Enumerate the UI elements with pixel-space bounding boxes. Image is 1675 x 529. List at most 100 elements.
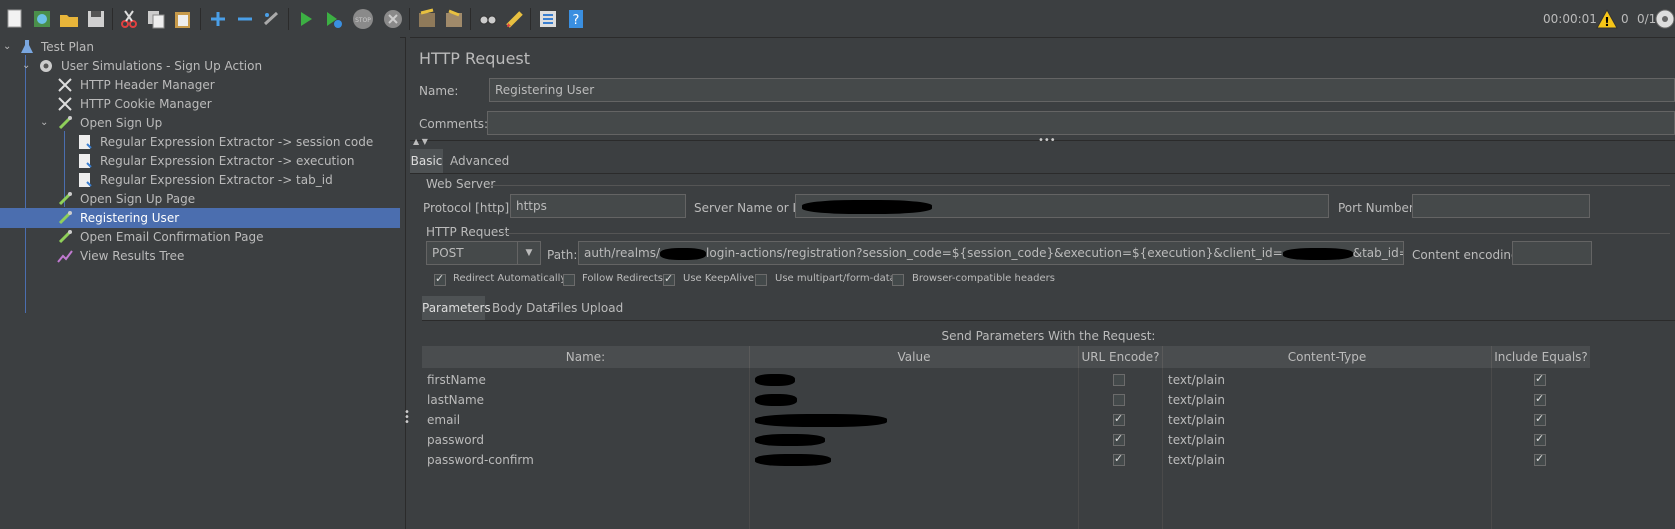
comments-field[interactable] [487,111,1675,135]
use-multipart-checkbox[interactable] [755,274,767,286]
content-type-value[interactable]: text/plain [1168,450,1225,470]
param-name[interactable]: firstName [427,370,486,390]
tree-item-thread-group[interactable]: ⌄ User Simulations - Sign Up Action [0,56,400,76]
path-field[interactable]: auth/realms/login-actions/registration?s… [578,241,1404,265]
templates-icon[interactable] [29,6,55,32]
param-name[interactable]: lastName [427,390,484,410]
clear-all-icon[interactable] [441,6,467,32]
browser-compatible-headers-checkbox[interactable] [892,274,904,286]
content-type-value[interactable]: text/plain [1168,390,1225,410]
chevron-down-icon[interactable]: ⌄ [3,37,11,57]
save-icon[interactable] [83,6,109,32]
cut-icon[interactable] [116,6,142,32]
param-name[interactable]: password-confirm [427,450,534,470]
column-header-include-equals[interactable]: Include Equals? [1492,346,1590,368]
tree-item-regex-execution[interactable]: Regular Expression Extractor -> executio… [0,151,400,171]
warning-icon[interactable]: ! [1596,8,1618,30]
drag-handle-icon[interactable]: ••• [1038,135,1056,146]
use-keepalive-checkbox[interactable] [663,272,675,286]
column-header-content-type[interactable]: Content-Type [1163,346,1492,368]
tab-parameters[interactable]: Parameters [422,296,491,320]
collapse-arrows-icon[interactable]: ▲ ▼ [413,137,428,146]
column-header-name[interactable]: Name: [422,346,750,368]
shutdown-icon[interactable] [380,6,406,32]
redacted-value[interactable] [755,434,825,446]
method-select[interactable]: POST ▼ [426,241,541,265]
open-icon[interactable] [56,6,82,32]
tree-item-regex-session[interactable]: Regular Expression Extractor -> session … [0,132,400,152]
content-type-value[interactable]: text/plain [1168,430,1225,450]
svg-text:?: ? [573,13,580,28]
content-type-value[interactable]: text/plain [1168,410,1225,430]
redacted-client-id [1282,247,1353,260]
collapse-icon[interactable] [232,6,258,32]
protocol-field[interactable]: https [510,194,686,218]
toggle-icon[interactable] [259,6,285,32]
body-tabs: Parameters Body Data Files Upload [422,296,1675,321]
column-header-url-encode[interactable]: URL Encode? [1079,346,1163,368]
follow-redirects-checkbox[interactable] [563,274,575,286]
param-name[interactable]: email [427,410,460,430]
url-encode-checkbox[interactable] [1113,452,1125,466]
port-number-field[interactable] [1412,194,1590,218]
tree-item-open-sign-up-page[interactable]: Open Sign Up Page [0,189,400,209]
table-row[interactable]: lastName text/plain [422,390,1590,410]
expand-icon[interactable] [205,6,231,32]
help-icon[interactable]: ? [563,6,589,32]
include-equals-checkbox[interactable] [1534,452,1546,466]
url-encode-checkbox[interactable] [1113,412,1125,426]
redacted-server-name [802,200,932,214]
tree-item-open-email-confirmation[interactable]: Open Email Confirmation Page [0,227,400,247]
url-encode-checkbox[interactable] [1113,374,1125,386]
table-row[interactable]: firstName text/plain [422,370,1590,390]
clear-icon[interactable] [414,6,440,32]
table-row[interactable]: email text/plain [422,410,1590,430]
redacted-value[interactable] [755,394,797,406]
url-encode-checkbox[interactable] [1113,432,1125,446]
redacted-value[interactable] [755,454,831,466]
stop-icon[interactable]: STOP [350,6,376,32]
tab-files-upload[interactable]: Files Upload [551,296,623,320]
start-icon[interactable] [293,6,319,32]
use-multipart-label: Use multipart/form-data [775,273,896,284]
redacted-value[interactable] [755,374,795,386]
start-no-pause-icon[interactable] [320,6,346,32]
chevron-down-icon[interactable]: ⌄ [22,56,30,76]
tree-item-view-results-tree[interactable]: View Results Tree [0,246,400,266]
table-row[interactable]: password-confirm text/plain [422,450,1590,470]
tree-item-open-sign-up[interactable]: ⌄ Open Sign Up [0,113,400,133]
content-encoding-field[interactable] [1512,241,1592,265]
function-helper-icon[interactable] [535,6,561,32]
reset-search-icon[interactable] [502,6,528,32]
tree-item-header-manager[interactable]: HTTP Header Manager [0,75,400,95]
name-field[interactable]: Registering User [489,78,1675,102]
web-server-legend: Web Server [426,177,496,191]
tree-item-test-plan[interactable]: ⌄ Test Plan [0,37,400,57]
paste-icon[interactable] [170,6,196,32]
tab-advanced[interactable]: Advanced [450,149,509,173]
tree-item-cookie-manager[interactable]: HTTP Cookie Manager [0,94,400,114]
server-name-field[interactable] [795,194,1329,218]
include-equals-checkbox[interactable] [1534,412,1546,426]
redirect-automatically-checkbox[interactable] [434,272,446,286]
chevron-down-icon[interactable]: ▼ [517,242,540,264]
search-icon[interactable] [475,6,501,32]
panel-title: HTTP Request [419,49,531,68]
content-type-value[interactable]: text/plain [1168,370,1225,390]
include-equals-checkbox[interactable] [1534,432,1546,446]
tree-item-regex-tab-id[interactable]: Regular Expression Extractor -> tab_id [0,170,400,190]
copy-icon[interactable] [143,6,169,32]
redacted-value[interactable] [755,414,887,427]
include-equals-checkbox[interactable] [1534,372,1546,386]
url-encode-checkbox[interactable] [1113,394,1125,406]
include-equals-checkbox[interactable] [1534,392,1546,406]
new-icon[interactable] [2,6,28,32]
chevron-down-icon[interactable]: ⌄ [40,113,48,133]
param-name[interactable]: password [427,430,484,450]
table-row[interactable]: password text/plain [422,430,1590,450]
path-text-1: auth/realms/ [584,246,661,260]
tab-body-data[interactable]: Body Data [492,296,555,320]
column-header-value[interactable]: Value [750,346,1079,368]
tab-basic[interactable]: Basic [410,149,443,173]
tree-item-registering-user[interactable]: Registering User [0,208,400,228]
